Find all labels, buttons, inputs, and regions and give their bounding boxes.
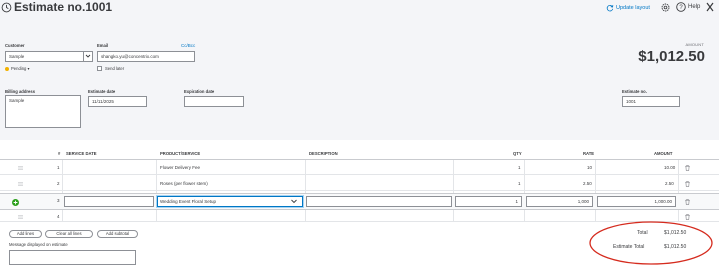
col-qty: QTY [513, 151, 522, 156]
trash-icon[interactable] [685, 199, 690, 205]
estimate-date-field[interactable]: 11/11/2025 [88, 96, 147, 107]
col-service-date: SERVICE DATE [66, 151, 97, 156]
clear-all-lines-button[interactable]: Clear all lines [45, 230, 93, 238]
send-later-checkbox[interactable] [97, 66, 102, 71]
chevron-down-icon[interactable] [83, 51, 93, 61]
customer-select[interactable]: Sample [5, 51, 93, 62]
close-icon[interactable] [705, 1, 715, 13]
trash-icon[interactable] [685, 181, 690, 187]
product-service-input[interactable]: Wedding Event Floral Setup [157, 196, 303, 207]
help-label[interactable]: Help [688, 3, 700, 12]
col-rate: RATE [583, 151, 595, 156]
expiration-date-field[interactable] [184, 96, 244, 107]
plus-icon [13, 200, 18, 205]
message-label: Message displayed on estimate [9, 242, 68, 247]
add-subtotal-button[interactable]: Add subtotal [97, 230, 138, 238]
col-product-service: PRODUCT/SERVICE [160, 151, 201, 156]
update-layout-link[interactable]: Update layout [616, 4, 650, 12]
row-number: 4 [57, 214, 60, 219]
svg-text:?: ? [679, 5, 683, 11]
estimate-date-label: Estimate date [88, 89, 116, 94]
customer-label: Customer [5, 43, 25, 48]
annotation-circle [589, 221, 713, 265]
row-product[interactable]: Flower Delivery Fee [160, 165, 200, 171]
table-row[interactable] [0, 176, 719, 191]
row-rate[interactable]: 10 [587, 165, 592, 171]
chevron-down-icon[interactable] [288, 197, 300, 206]
add-lines-button[interactable]: Add lines [9, 230, 42, 238]
status-label: Pending [11, 66, 27, 71]
billing-address-field[interactable]: Sample [5, 95, 81, 128]
history-icon[interactable] [1, 2, 12, 13]
row-number: 3 [57, 198, 60, 203]
col-amount: AMOUNT [654, 151, 673, 156]
row-number: 2 [57, 181, 60, 186]
row-product[interactable]: Roses (per flower stem) [160, 181, 208, 187]
email-field[interactable]: shangko.yu@concentrix.com [97, 51, 195, 62]
estimate-no-field[interactable]: 1001 [622, 96, 680, 107]
row-amount[interactable]: 2.50 [665, 181, 674, 187]
row-qty[interactable]: 1 [518, 165, 521, 171]
amount-input[interactable]: 1,000.00 [597, 196, 676, 207]
col-description: DESCRIPTION [309, 151, 338, 156]
trash-icon[interactable] [685, 165, 690, 171]
row-rate[interactable]: 2.50 [583, 181, 592, 187]
message-field[interactable] [9, 250, 136, 265]
header-bar: Estimate no.1001 Update layout ? Help [0, 0, 719, 16]
help-icon[interactable]: ? [676, 2, 686, 12]
drag-handle-icon[interactable] [18, 182, 23, 186]
refresh-icon[interactable] [606, 4, 614, 12]
page-title: Estimate no.1001 [14, 0, 113, 14]
estimate-no-label: Estimate no. [622, 89, 647, 94]
send-later-label: Send later [105, 66, 125, 71]
service-date-input[interactable] [64, 196, 154, 207]
email-label: Email [97, 43, 109, 48]
cc-bcc-link[interactable]: Cc/Bcc [181, 43, 195, 49]
gear-icon[interactable] [660, 2, 671, 13]
col-num: # [58, 151, 61, 156]
table-header [0, 150, 719, 160]
pending-status-dot [5, 67, 9, 71]
amount-total: $1,012.50 [638, 48, 705, 65]
table-row[interactable] [0, 160, 719, 175]
expiration-date-label: Expiration date [184, 89, 215, 94]
estimate-page: Estimate no.1001 Update layout ? Help Cu… [0, 0, 719, 265]
status-dropdown[interactable]: Pending ▾ [11, 66, 30, 72]
drag-handle-icon[interactable] [18, 166, 23, 170]
drag-handle-icon[interactable] [18, 215, 23, 219]
row-number: 1 [57, 165, 60, 170]
row-qty[interactable]: 1 [518, 181, 521, 187]
qty-input[interactable]: 1 [455, 196, 522, 207]
rate-input[interactable]: 1,000 [526, 196, 593, 207]
row-amount[interactable]: 10.00 [664, 165, 675, 171]
description-input[interactable] [306, 196, 452, 207]
